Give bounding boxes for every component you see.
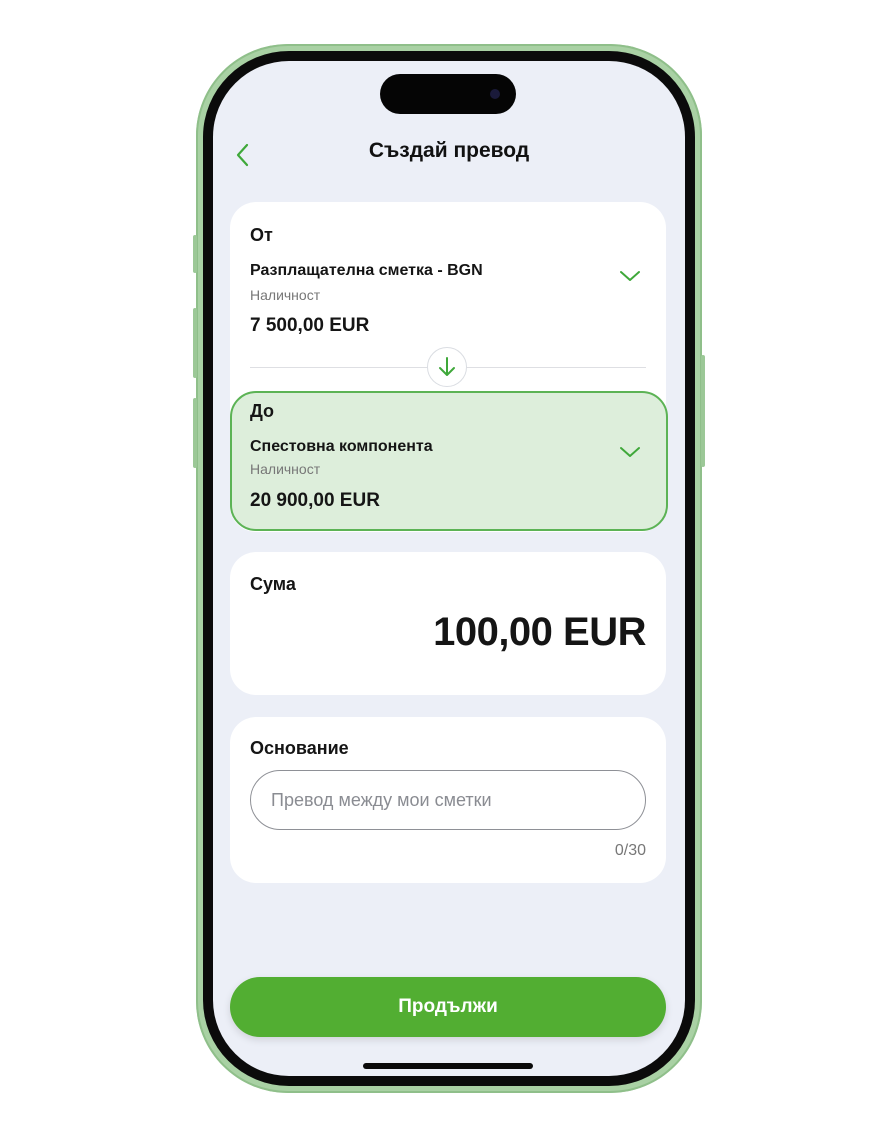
from-balance-label: Наличност — [250, 287, 321, 303]
to-account-selector[interactable]: До Спестовна компонента Наличност 20 900… — [230, 391, 668, 531]
to-account-dropdown[interactable] — [618, 444, 642, 460]
amount-value[interactable]: 100,00 EUR — [433, 610, 646, 655]
phone-volume-down-button — [193, 398, 197, 468]
reason-input[interactable] — [250, 770, 646, 830]
camera-icon — [490, 89, 500, 99]
continue-button[interactable]: Продължи — [230, 977, 666, 1037]
app-screen: Създай превод От Разплащателна сметка - … — [213, 61, 685, 1076]
home-indicator[interactable] — [363, 1063, 533, 1069]
dynamic-island — [380, 74, 516, 114]
from-label: От — [250, 225, 273, 245]
character-counter: 0/30 — [614, 842, 646, 859]
from-balance-value: 7 500,00 EUR — [250, 315, 370, 336]
from-account-dropdown[interactable] — [618, 268, 642, 284]
to-balance-label: Наличност — [250, 461, 321, 477]
phone-action-button — [193, 235, 197, 273]
phone-volume-up-button — [193, 308, 197, 378]
to-balance-value: 20 900,00 EUR — [250, 490, 380, 511]
swap-accounts-button[interactable] — [427, 347, 467, 387]
reason-label: Основание — [250, 738, 349, 758]
chevron-down-icon — [620, 447, 640, 457]
from-account-name: Разплащателна сметка - BGN — [250, 262, 483, 279]
phone-power-button — [701, 355, 705, 467]
amount-card[interactable]: Сума 100,00 EUR — [230, 552, 666, 695]
chevron-down-icon — [620, 271, 640, 281]
page-title: Създай превод — [368, 139, 530, 162]
to-label: До — [250, 401, 275, 421]
reason-card: Основание 0/30 — [230, 717, 666, 883]
to-account-name: Спестовна компонента — [250, 438, 433, 455]
amount-label: Сума — [250, 574, 296, 594]
arrow-down-icon — [439, 357, 455, 376]
